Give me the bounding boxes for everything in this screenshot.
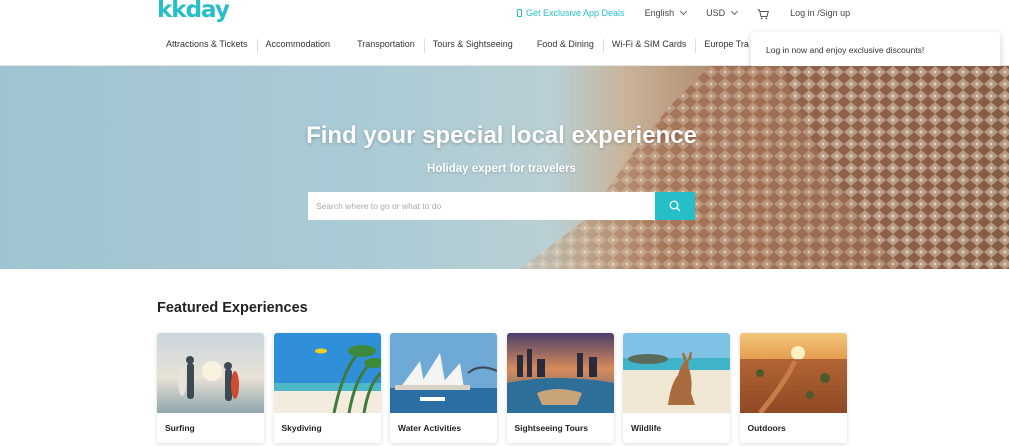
hero-subtitle: Holiday expert for travelers — [427, 163, 576, 175]
phone-icon — [517, 9, 522, 17]
nav-wifi-sim-cards[interactable]: Wi-Fi & SIM Cards — [602, 39, 696, 53]
chevron-down-icon — [680, 7, 688, 16]
card-label: Surfing — [165, 423, 195, 433]
card-wildlife[interactable]: Wildlife — [623, 333, 730, 443]
hero-title: Find your special local experience — [306, 122, 697, 149]
featured-experiences-heading: Featured Experiences — [157, 300, 308, 316]
hero-banner: Find your special local experience Holid… — [0, 66, 1009, 269]
login-promo-popup: Log in now and enjoy exclusive discounts… — [751, 32, 1000, 70]
app-deals-label: Get Exclusive App Deals — [526, 8, 625, 18]
card-label: Skydiving — [281, 423, 322, 433]
language-selector[interactable]: English — [644, 7, 688, 18]
app-deals-link[interactable]: Get Exclusive App Deals — [517, 8, 625, 18]
nav-tours-sightseeing[interactable]: Tours & Sightseeing — [423, 39, 522, 53]
card-surfing[interactable]: Surfing — [157, 333, 264, 443]
login-signup-link[interactable]: Log in /Sign up — [790, 8, 850, 18]
card-label: Sightseeing Tours — [514, 423, 589, 433]
search-icon — [669, 200, 681, 212]
kkday-logo[interactable]: kkday — [157, 0, 230, 23]
water-activities-image — [390, 333, 497, 413]
card-skydiving[interactable]: Skydiving — [273, 333, 381, 443]
surfing-image — [157, 333, 264, 413]
nav-accommodation[interactable]: Accommodation — [256, 39, 340, 53]
card-water-activities[interactable]: Water Activities — [390, 333, 497, 443]
featured-cards: Surfing Skydiving Water Activities Sight… — [157, 333, 847, 443]
card-label: Outdoors — [747, 423, 786, 433]
cart-icon[interactable] — [757, 9, 770, 19]
currency-label: USD — [706, 8, 726, 18]
language-label: English — [644, 8, 675, 18]
nav-attractions-tickets[interactable]: Attractions & Tickets — [157, 39, 257, 49]
top-bar: Get Exclusive App Deals English USD Log … — [517, 6, 870, 20]
sightseeing-tours-image — [506, 333, 614, 413]
card-label: Water Activities — [398, 423, 462, 433]
wildlife-image — [623, 333, 730, 413]
card-label: Wildlife — [631, 423, 662, 433]
nav-transportation[interactable]: Transportation — [339, 39, 424, 49]
card-sightseeing-tours[interactable]: Sightseeing Tours — [506, 333, 614, 443]
skydiving-image — [273, 333, 381, 414]
card-outdoors[interactable]: Outdoors — [739, 333, 847, 443]
outdoors-image — [739, 333, 847, 415]
nav-europe-travel[interactable]: Europe Tra — [695, 39, 758, 53]
chevron-down-icon — [731, 7, 739, 16]
nav-food-dining[interactable]: Food & Dining — [522, 39, 603, 49]
currency-selector[interactable]: USD — [706, 7, 739, 18]
search-input[interactable] — [308, 192, 655, 220]
main-nav: Attractions & Tickets Accommodation Tran… — [157, 39, 758, 53]
search-button[interactable] — [655, 192, 695, 220]
